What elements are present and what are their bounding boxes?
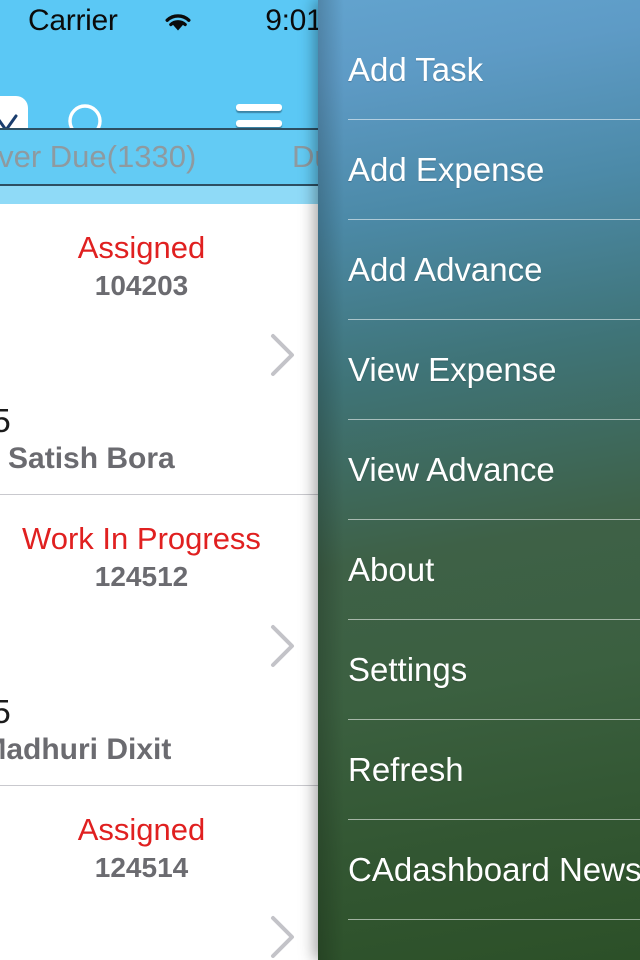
menu-item-label: Refresh <box>348 751 464 788</box>
menu-item-view-expense[interactable]: View Expense <box>318 320 640 420</box>
menu-item-label: Add Expense <box>348 151 545 188</box>
menu-item-label: View Expense <box>348 351 557 388</box>
menu-item-add-expense[interactable]: Add Expense <box>318 120 640 220</box>
menu-item-label: About <box>348 551 435 588</box>
menu-item-about[interactable]: About <box>318 520 640 620</box>
menu-item-add-advance[interactable]: Add Advance <box>318 220 640 320</box>
row-code: 124512 <box>94 561 189 592</box>
menu-item-label: Add Advance <box>348 251 543 288</box>
row-datetime: 15 <box>0 402 11 439</box>
menu-item-view-advance[interactable]: View Advance <box>318 420 640 520</box>
menu-separator <box>348 919 640 920</box>
row-code: 104203 <box>94 270 189 301</box>
row-status: Assigned <box>77 812 206 847</box>
chevron-right-icon <box>268 332 298 378</box>
row-code: 124514 <box>94 852 189 883</box>
phone-screen: Carrier 9:01 PM <box>0 0 640 960</box>
row-meta: by Madhuri Dixit <box>0 733 172 766</box>
menu-item-cadashboard-news[interactable]: CAdashboard News <box>318 820 640 920</box>
menu-item-label: Settings <box>348 651 468 688</box>
menu-item-label: Add Task <box>348 51 484 88</box>
row-status: Assigned <box>77 230 206 265</box>
menu-item-refresh[interactable]: Refresh <box>318 720 640 820</box>
side-drawer-menu[interactable]: Add Task Add Expense Add Advance View Ex… <box>318 0 640 960</box>
menu-item-label: CAdashboard News <box>348 851 640 888</box>
menu-item-settings[interactable]: Settings <box>318 620 640 720</box>
menu-item-label: View Advance <box>348 451 555 488</box>
menu-item-add-task[interactable]: Add Task <box>318 20 640 120</box>
tab-over-due[interactable]: Over Due(1330) <box>0 130 196 184</box>
chevron-right-icon <box>268 914 298 960</box>
chevron-right-icon <box>268 623 298 669</box>
row-meta: o by Satish Bora <box>0 442 175 475</box>
row-status: Work In Progress <box>22 521 261 556</box>
row-datetime: 15 <box>0 693 11 730</box>
